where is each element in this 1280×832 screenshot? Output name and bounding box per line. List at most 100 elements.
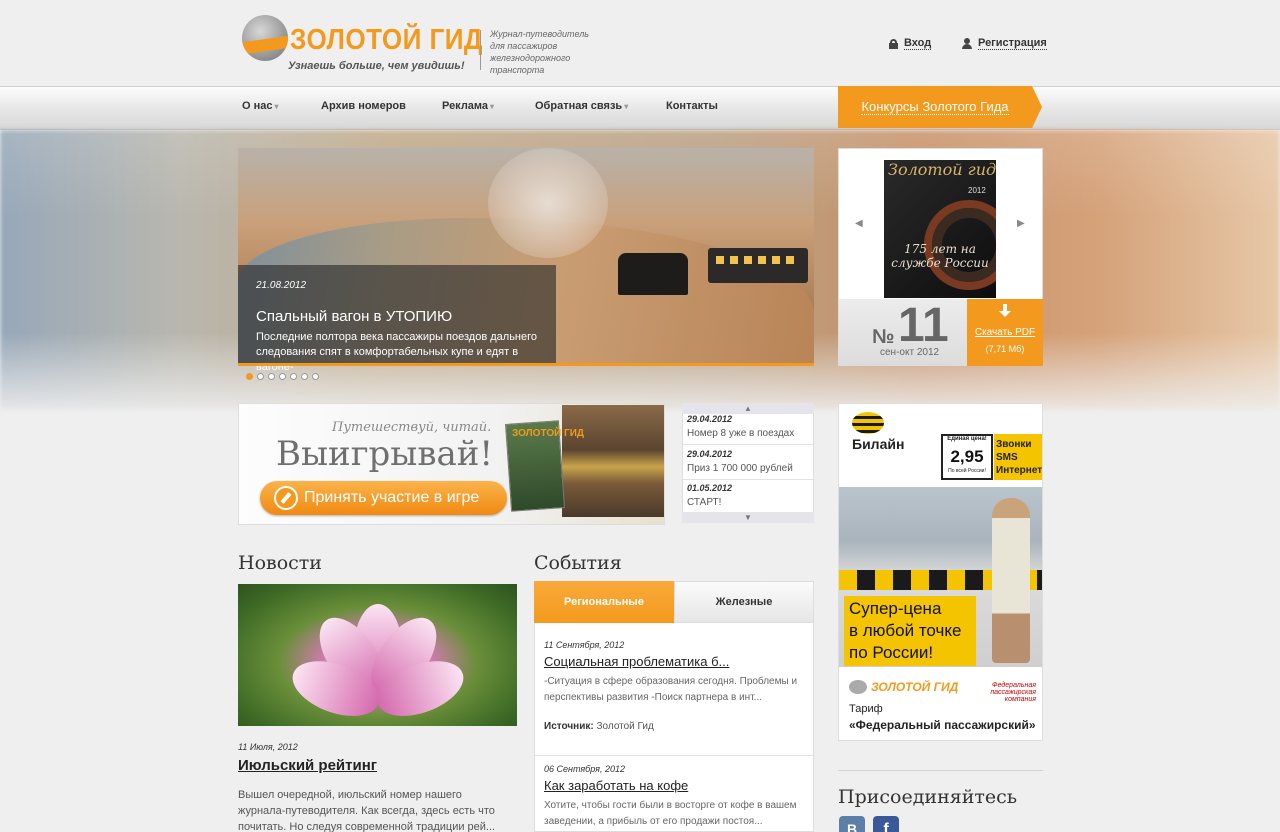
- register-link[interactable]: Регистрация: [962, 37, 1047, 50]
- login-label[interactable]: Вход: [904, 37, 932, 50]
- magazine-cover[interactable]: [884, 160, 996, 298]
- slider-dot[interactable]: [268, 373, 275, 380]
- slide-text: Последние полтора века пассажиры поездов…: [256, 331, 537, 373]
- social-heading: Присоединяйтесь: [838, 786, 1018, 808]
- logo-globe-icon[interactable]: [242, 15, 288, 61]
- beeline-logo-icon: [852, 412, 884, 434]
- ad-slogan: Супер-цена в любой точке по России!: [849, 598, 961, 664]
- news-heading: Новости: [238, 552, 322, 574]
- nav-item-feedback[interactable]: Обратная связь ▾: [535, 100, 628, 112]
- game-subtitle: Путешествуй, читай.: [332, 420, 492, 435]
- vk-icon[interactable]: В: [839, 816, 865, 832]
- slide-title[interactable]: Спальный вагон в УТОПИЮ: [256, 308, 452, 325]
- main-navbar: [0, 86, 1280, 130]
- cover-title: Золотой гид: [888, 160, 997, 179]
- slide-smoke: [488, 148, 608, 258]
- slider-dot[interactable]: [246, 373, 253, 380]
- logo-description: Журнал-путеводитель для пассажиров желез…: [490, 29, 590, 75]
- prev-arrow-icon[interactable]: ◀: [855, 218, 863, 229]
- nav-item-advertising[interactable]: Реклама ▾: [442, 100, 494, 112]
- register-label[interactable]: Регистрация: [978, 37, 1047, 50]
- ad-services: Звонки SMS Интернет: [994, 434, 1042, 480]
- ticker-item[interactable]: Приз 1 700 000 рублей: [687, 463, 793, 474]
- slider-dots: [246, 373, 319, 380]
- ticker-up-arrow-icon[interactable]: ▲: [682, 403, 814, 414]
- contest-arrow-shape: [1032, 86, 1042, 128]
- ticker-down-arrow-icon[interactable]: ▼: [682, 512, 814, 523]
- ticker-date: 29.04.2012: [687, 449, 733, 459]
- ad-slogan-line: в любой точке: [849, 621, 962, 640]
- nav-item-archive[interactable]: Архив номеров: [321, 100, 406, 112]
- ad-price-bottom: По всей России!: [948, 468, 986, 474]
- ticker-divider: [682, 444, 814, 445]
- next-arrow-icon[interactable]: ▶: [1017, 218, 1025, 229]
- ad-slogan-line: по России!: [849, 643, 934, 662]
- tab-regional[interactable]: Региональные: [534, 581, 674, 623]
- slider-dot[interactable]: [312, 373, 319, 380]
- download-pdf-label[interactable]: Скачать PDF: [967, 327, 1043, 338]
- ad-brand: Билайн: [852, 436, 905, 452]
- event-source: Источник: Золотой Гид: [544, 721, 654, 732]
- news-text: Вышел очередной, июльский номер нашего ж…: [238, 789, 496, 832]
- globe-icon: [849, 680, 867, 694]
- slider-dot[interactable]: [290, 373, 297, 380]
- news-title-link[interactable]: Июльский рейтинг: [238, 757, 377, 774]
- compass-icon: [274, 486, 298, 510]
- contest-label: Конкурсы Золотого Гида: [861, 99, 1009, 115]
- download-icon: [999, 304, 1011, 320]
- ticker-date: 01.05.2012: [687, 483, 733, 493]
- join-game-label: Принять участие в игре: [304, 489, 480, 506]
- slider-dot[interactable]: [279, 373, 286, 380]
- event-date: 06 Сентября, 2012: [544, 764, 625, 774]
- ticker-date: 29.04.2012: [687, 414, 733, 424]
- logo-divider: [480, 30, 481, 70]
- event-text: -Ситуация в сфере образования сегодня. П…: [544, 676, 798, 703]
- news-date: 11 Июля, 2012: [238, 742, 298, 752]
- logo-title[interactable]: ЗОЛОТОЙ ГИД: [290, 24, 483, 57]
- nav-item-label: О нас: [242, 100, 273, 112]
- slide-locomotive: [618, 253, 688, 295]
- issue-number-prefix: №: [872, 326, 895, 348]
- ad-tariff-label: Тариф: [849, 703, 883, 715]
- ticker-item[interactable]: СТАРТ!: [687, 497, 721, 508]
- logo-slogan: Узнаешь больше, чем увидишь!: [288, 60, 465, 72]
- events-heading: События: [534, 552, 622, 574]
- event-divider: [535, 755, 813, 756]
- ad-woman-figure: [992, 498, 1030, 663]
- issue-number: 11: [898, 299, 949, 352]
- chevron-down-icon: ▾: [490, 102, 495, 111]
- event-title-link[interactable]: Как заработать на кофе: [544, 778, 688, 793]
- nav-item-label: Реклама: [442, 100, 489, 112]
- tab-railway[interactable]: Железные: [674, 581, 814, 623]
- social-divider: [838, 770, 1043, 771]
- ad-service: Интернет: [996, 465, 1043, 476]
- ad-price: 2,95: [950, 447, 984, 466]
- event-title-link[interactable]: Социальная проблематика б...: [544, 654, 729, 669]
- nav-item-contacts[interactable]: Контакты: [666, 100, 718, 112]
- ad-partner2: Федеральная пассажирская компания: [990, 682, 1036, 703]
- facebook-icon[interactable]: f: [873, 816, 899, 832]
- ad-service: Звонки: [996, 439, 1032, 450]
- slider-dot[interactable]: [257, 373, 264, 380]
- news-image[interactable]: [238, 584, 517, 726]
- contest-button[interactable]: Конкурсы Золотого Гида: [838, 86, 1032, 128]
- ticker-divider: [682, 479, 814, 480]
- ad-slogan-line: Супер-цена: [849, 599, 942, 618]
- slider-dot[interactable]: [301, 373, 308, 380]
- event-text: Хотите, чтобы гости были в восторге от к…: [544, 800, 797, 827]
- login-link[interactable]: Вход: [889, 37, 932, 50]
- chevron-down-icon: ▾: [274, 102, 279, 111]
- treasure-chest-image: [562, 405, 664, 517]
- cover-year: 2012: [968, 186, 986, 195]
- slide-underline: [238, 363, 814, 366]
- nav-item-about[interactable]: О нас ▾: [242, 100, 279, 112]
- event-source-value: Золотой Гид: [596, 721, 654, 732]
- book-title: ЗОЛОТОЙ ГИД: [512, 428, 585, 439]
- game-title: Выигрывай!: [276, 434, 494, 474]
- download-size: (7,71 Мб): [985, 344, 1025, 354]
- nav-item-label: Обратная связь: [535, 100, 623, 112]
- user-icon: [962, 38, 972, 49]
- lock-icon: [889, 38, 898, 49]
- ticker-item[interactable]: Номер 8 уже в поездах: [687, 428, 794, 439]
- slide-train-car: [708, 248, 808, 283]
